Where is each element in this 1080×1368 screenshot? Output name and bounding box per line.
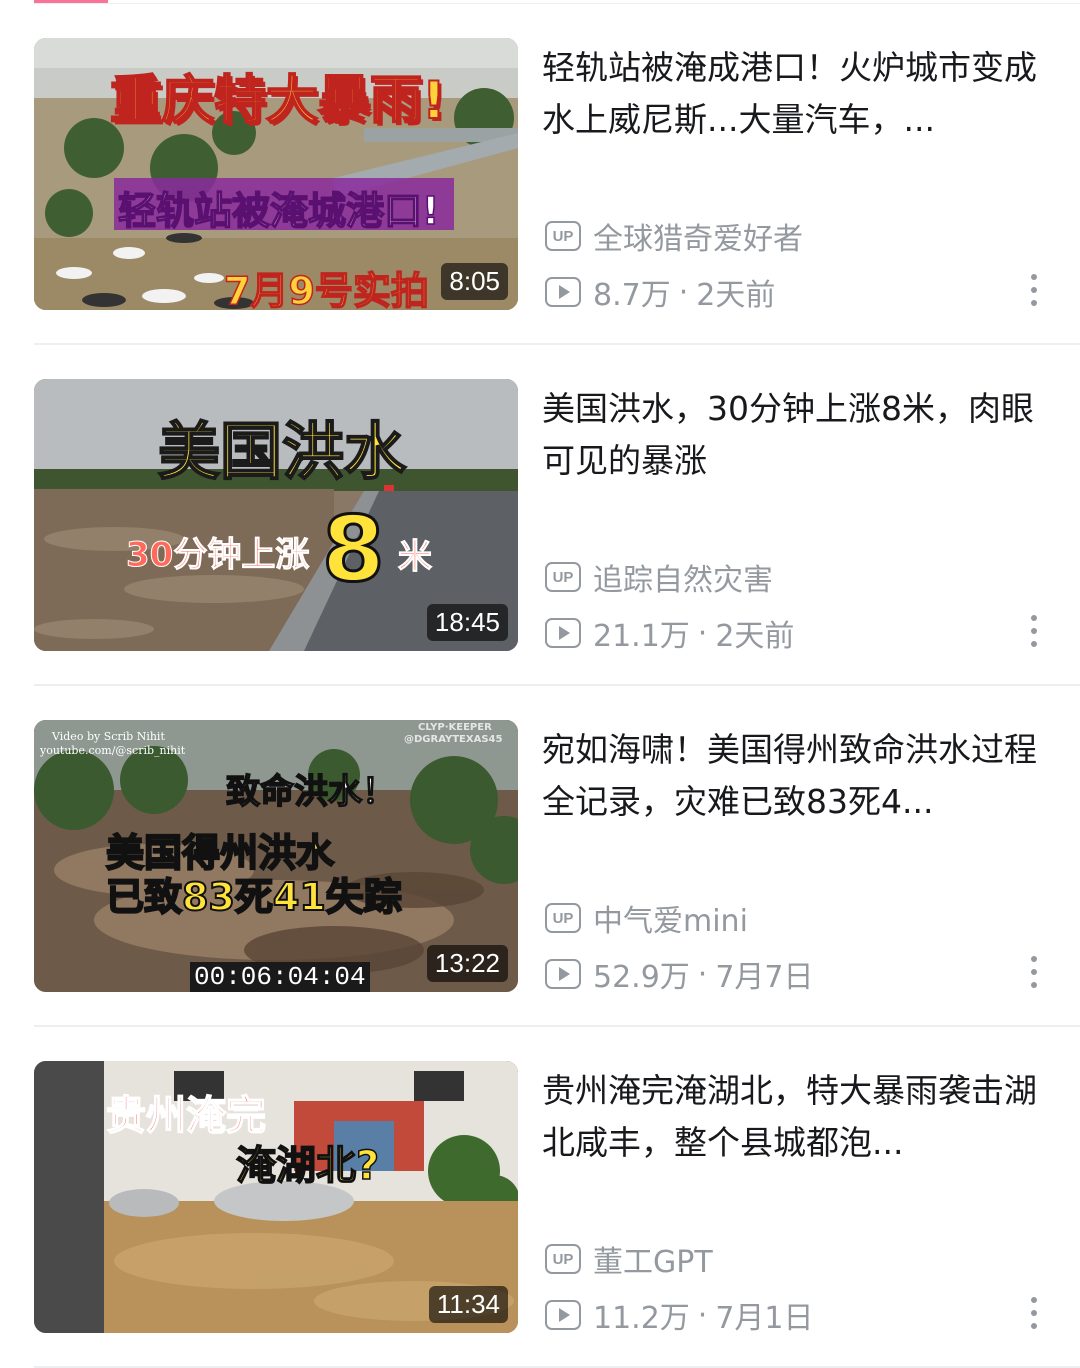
more-options-icon[interactable] (1026, 1297, 1042, 1329)
video-thumbnail[interactable]: Video by Scrib Nihit youtube.com/@scrib_… (34, 720, 518, 992)
stats-row: 11.2万 · 7月1日 (545, 1293, 814, 1337)
author-row[interactable]: UP 董工GPT (545, 1237, 713, 1281)
dot-separator: · (697, 615, 708, 651)
author-name[interactable]: 董工GPT (593, 1237, 713, 1281)
video-thumbnail[interactable]: 美国洪水 30分钟上涨 8 米 18:45 (34, 379, 518, 651)
publish-date: 7月1日 (715, 1301, 814, 1336)
video-title[interactable]: 贵州淹完淹湖北，特大暴雨袭击湖北咸丰，整个县城都泡... (542, 1065, 1042, 1169)
thumbnail-caption-main: 美国洪水 (157, 414, 407, 489)
video-card[interactable]: Video by Scrib Nihit youtube.com/@scrib_… (0, 686, 1080, 1027)
video-duration: 18:45 (426, 604, 508, 641)
up-badge-icon: UP (545, 903, 581, 933)
video-duration: 8:05 (441, 263, 508, 300)
author-name[interactable]: 全球猎奇爱好者 (593, 214, 803, 258)
publish-date: 7月7日 (715, 960, 814, 995)
play-count-icon (545, 959, 581, 989)
dot-separator: · (678, 274, 689, 310)
video-card[interactable]: 美国洪水 30分钟上涨 8 米 18:45 美国洪水，30分钟上涨8米，肉眼可见… (0, 345, 1080, 686)
author-row[interactable]: UP 中气爱mini (545, 896, 748, 940)
up-badge-icon: UP (545, 221, 581, 251)
view-count: 52.9万 (593, 960, 690, 995)
view-count: 21.1万 (593, 619, 690, 654)
more-options-icon[interactable] (1026, 274, 1042, 306)
author-name[interactable]: 中气爱mini (593, 896, 748, 940)
video-duration: 11:34 (428, 1286, 508, 1323)
author-row[interactable]: UP 追踪自然灾害 (545, 555, 773, 599)
up-badge-icon: UP (545, 562, 581, 592)
watermark-url: youtube.com/@scrib_nihit (40, 744, 186, 757)
video-title[interactable]: 轻轨站被淹成港口！火炉城市变成水上威尼斯...大量汽车，... (542, 42, 1042, 146)
play-count-icon (545, 618, 581, 648)
publish-date: 2天前 (715, 619, 795, 654)
thumbnail-caption-sub2: 已致83死41失踪 (105, 874, 403, 920)
video-card[interactable]: 贵州淹完 淹湖北? 11:34 贵州淹完淹湖北，特大暴雨袭击湖北咸丰，整个县城都… (0, 1027, 1080, 1368)
thumbnail-caption-sub: 30分钟上涨 (125, 535, 310, 576)
thumbnail-caption-unit: 米 (398, 537, 433, 578)
view-count: 8.7万 (593, 278, 671, 313)
author-name[interactable]: 追踪自然灾害 (593, 555, 773, 599)
watermark-handle: @DGRAYTEXAS45 (404, 734, 503, 745)
play-count-icon (545, 1300, 581, 1330)
more-options-icon[interactable] (1026, 615, 1042, 647)
play-count-icon (545, 277, 581, 307)
thumbnail-caption-number: 8 (321, 496, 387, 604)
author-row[interactable]: UP 全球猎奇爱好者 (545, 214, 803, 258)
video-duration: 13:22 (426, 945, 508, 982)
video-feed: 重庆特大暴雨! 轻轨站被淹城港口! 7月9号实拍 8:05 轻轨站被淹成港口！火… (0, 4, 1080, 1368)
stats-row: 21.1万 · 2天前 (545, 611, 794, 655)
thumbnail-caption-main: 致命洪水！ (225, 771, 397, 813)
video-title[interactable]: 宛如海啸！美国得州致命洪水过程全记录，灾难已致83死4... (542, 724, 1042, 828)
video-thumbnail[interactable]: 贵州淹完 淹湖北? 11:34 (34, 1061, 518, 1333)
thumbnail-caption-date: 7月9号实拍 (223, 268, 429, 310)
watermark-credit: Video by Scrib Nihit (52, 730, 165, 743)
video-thumbnail[interactable]: 重庆特大暴雨! 轻轨站被淹城港口! 7月9号实拍 8:05 (34, 38, 518, 310)
more-options-icon[interactable] (1026, 956, 1042, 988)
thumbnail-caption-main: 重庆特大暴雨! (109, 70, 447, 132)
view-count: 11.2万 (593, 1301, 690, 1336)
timecode-overlay: 00:06:04:04 (190, 962, 370, 992)
stats-row: 8.7万 · 2天前 (545, 270, 775, 314)
video-title[interactable]: 美国洪水，30分钟上涨8米，肉眼可见的暴涨 (542, 383, 1042, 487)
dot-separator: · (697, 956, 708, 992)
publish-date: 2天前 (696, 278, 776, 313)
video-card[interactable]: 重庆特大暴雨! 轻轨站被淹城港口! 7月9号实拍 8:05 轻轨站被淹成港口！火… (0, 4, 1080, 345)
up-badge-icon: UP (545, 1244, 581, 1274)
stats-row: 52.9万 · 7月7日 (545, 952, 814, 996)
watermark-channel: CLYP·KEEPER (418, 722, 492, 733)
thumbnail-caption-sub: 轻轨站被淹城港口! (117, 188, 440, 234)
dot-separator: · (697, 1297, 708, 1333)
thumbnail-caption-sub: 淹湖北? (235, 1142, 380, 1190)
